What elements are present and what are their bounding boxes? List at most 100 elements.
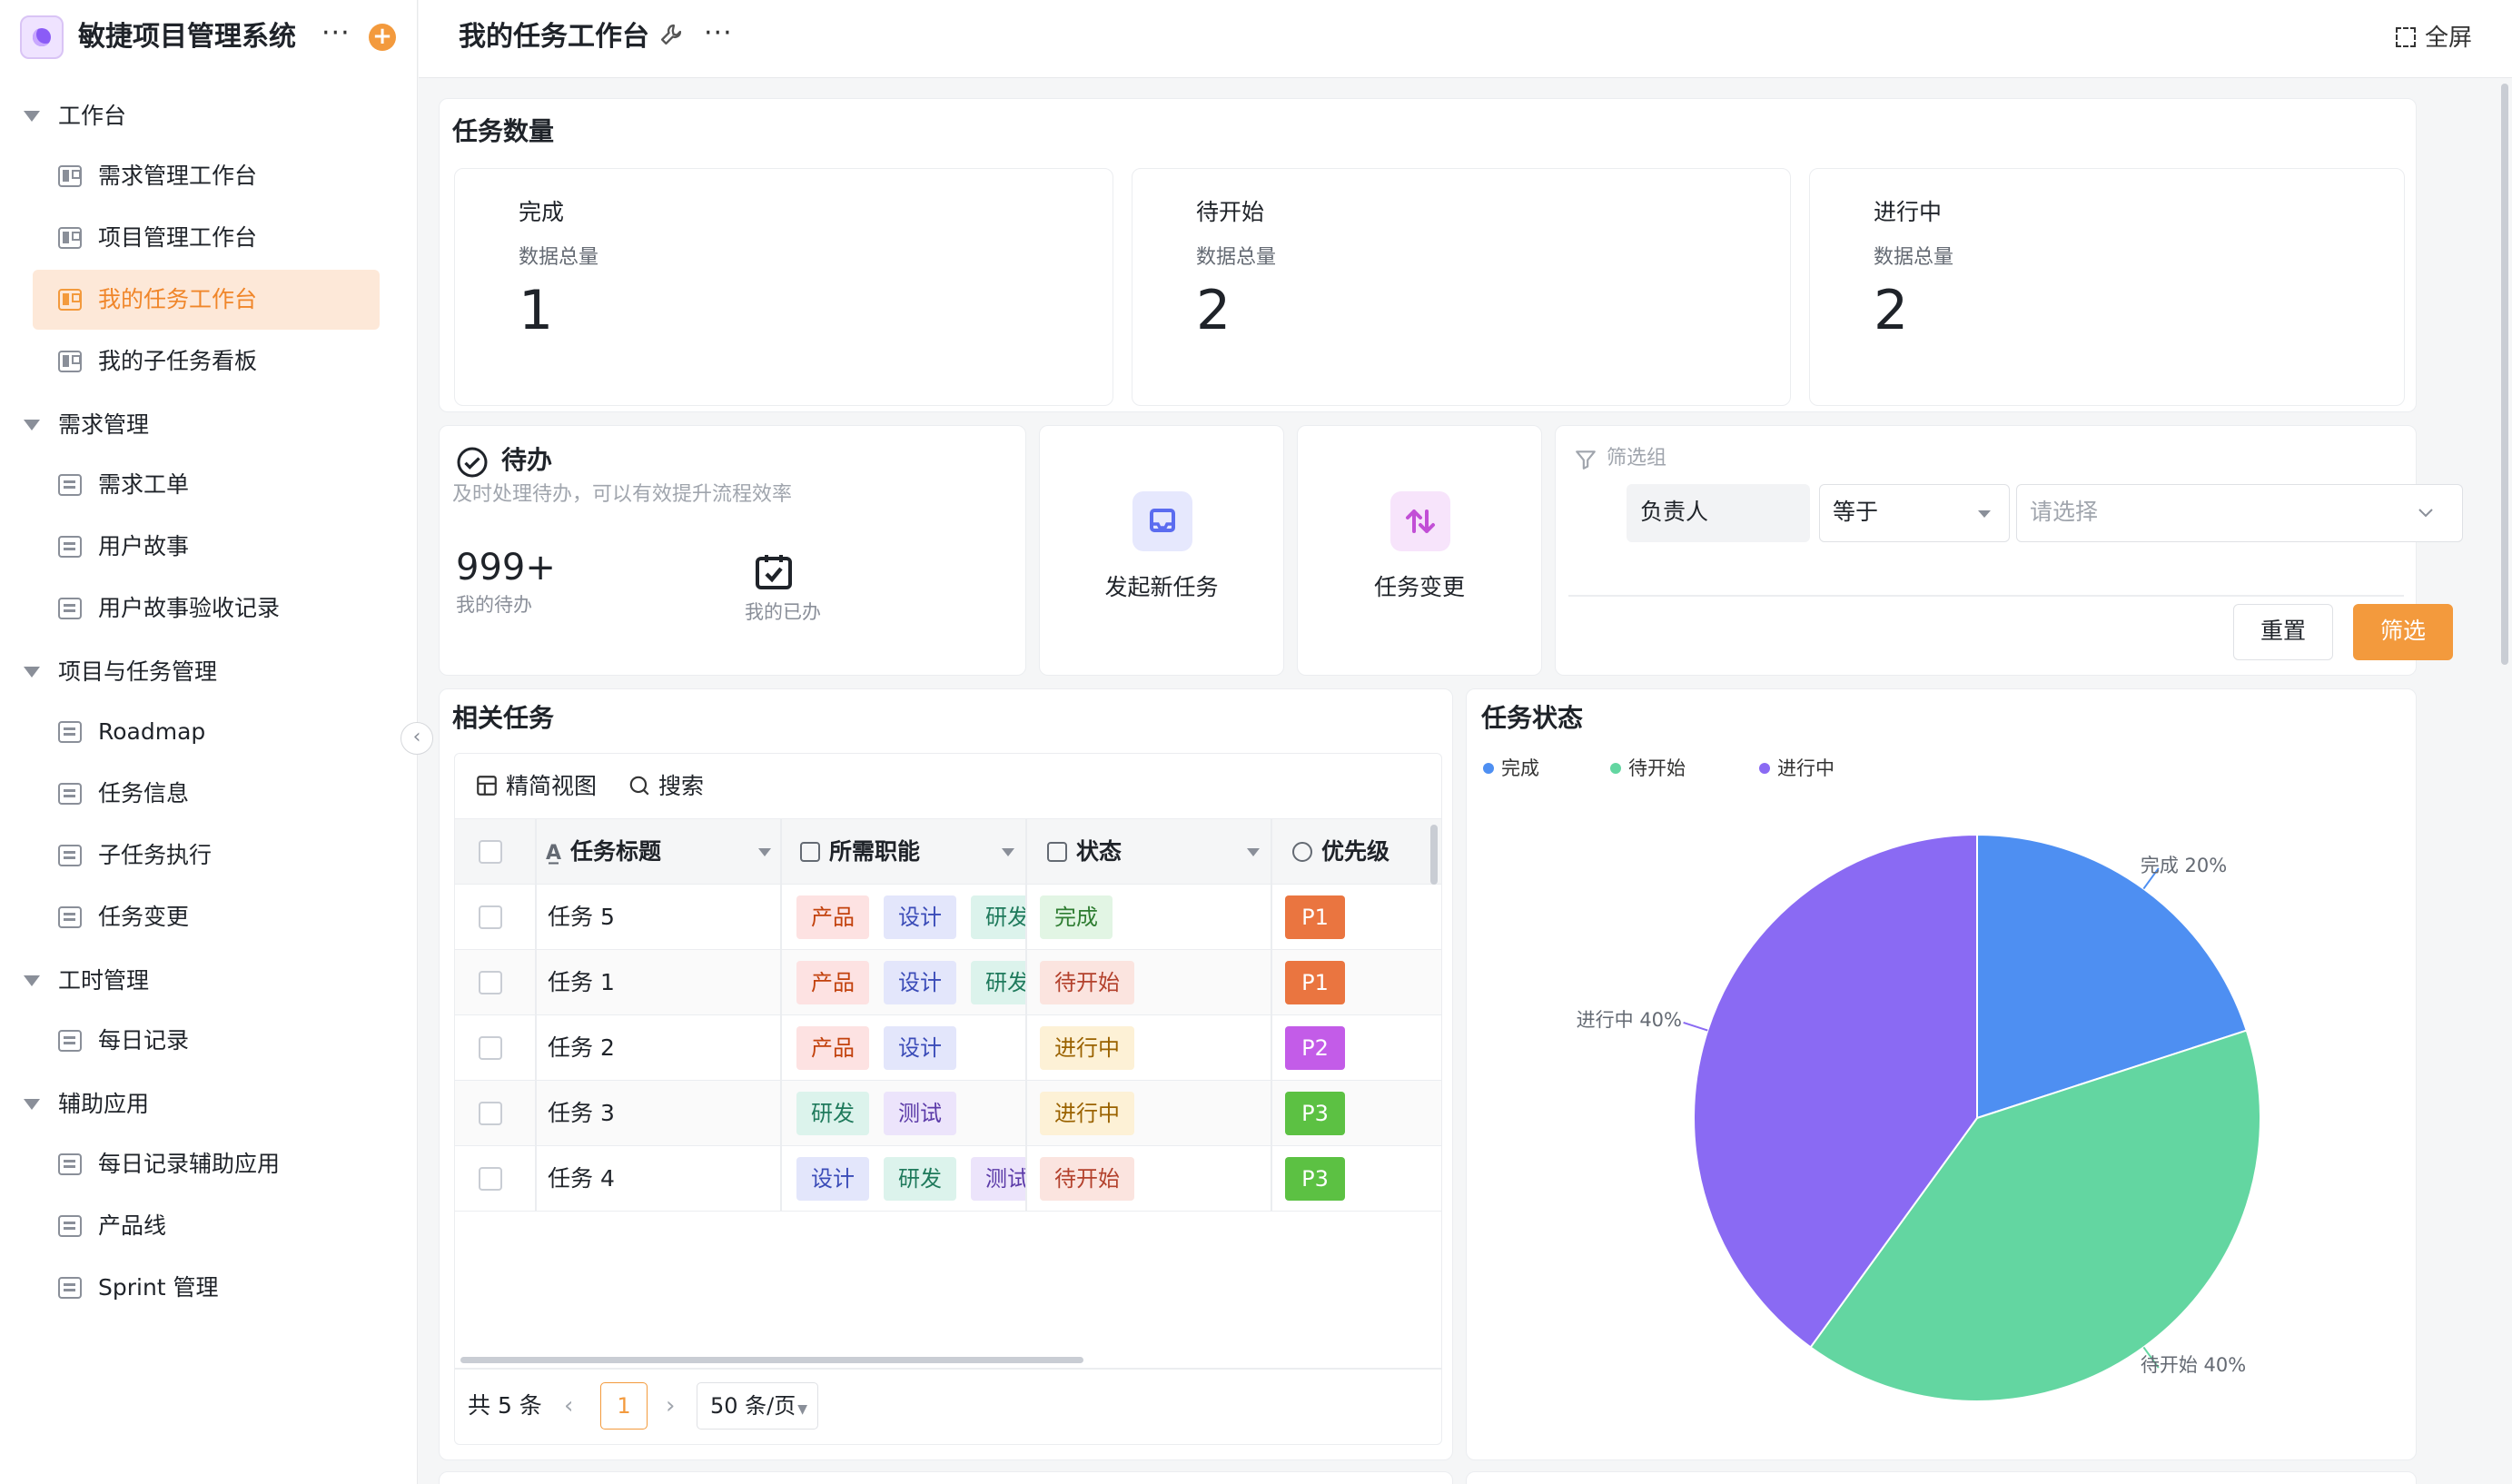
sidebar-group[interactable]: 工时管理 [0, 954, 418, 1008]
column-menu-icon[interactable] [758, 848, 771, 856]
task-change-button[interactable]: 任务变更 [1297, 425, 1542, 676]
stat-sublabel: 数据总量 [1196, 246, 1277, 269]
section-title: 相关任务 [452, 703, 555, 733]
sidebar-item[interactable]: 子任务执行 [33, 826, 380, 885]
page-1-button[interactable]: 1 [600, 1382, 648, 1430]
top-bar: 我的任务工作台 ··· 全屏 [419, 0, 2512, 78]
new-task-button[interactable]: 发起新任务 [1039, 425, 1284, 676]
doc-icon [58, 1030, 82, 1052]
stat-card-in-progress: 进行中 数据总量 2 [1809, 168, 2405, 406]
text-field-icon: A̲ [546, 842, 562, 865]
filter-field-select[interactable]: 负责人 [1627, 484, 1810, 542]
stat-sublabel: 数据总量 [1874, 246, 1954, 269]
filter-operator-select[interactable]: 等于 [1819, 484, 2010, 542]
function-tag: 研发 [971, 895, 1025, 939]
functions-cell: 设计 研发 测试 [782, 1146, 1025, 1212]
table-body: 任务 5 产品 设计 研发 完成 P1 任务 1 产品 设计 研发 待开始 P1 任务 2 产品 设计 进行中… [455, 885, 1441, 1212]
pie-labels: 完成 20% 待开始 40% 进行中 40% [1467, 689, 2418, 1461]
action-label: 任务变更 [1373, 574, 1465, 600]
sidebar-item[interactable]: Roadmap [33, 702, 380, 762]
sidebar-group[interactable]: 辅助应用 [0, 1077, 418, 1132]
search-button[interactable]: 搜索 [628, 770, 704, 803]
column-divider [535, 819, 537, 1212]
sidebar-item[interactable]: 每日记录 [33, 1011, 380, 1071]
more-icon[interactable]: ··· [321, 20, 351, 47]
vertical-scrollbar[interactable] [1430, 825, 1438, 885]
sidebar-group[interactable]: 工作台 [0, 89, 418, 143]
column-header-priority[interactable]: 优先级 [1292, 819, 1390, 885]
add-icon[interactable]: + [369, 24, 396, 51]
column-menu-icon[interactable] [1247, 848, 1260, 856]
table-row[interactable]: 任务 2 产品 设计 进行中 P2 [455, 1015, 1441, 1081]
sidebar: 敏捷项目管理系统 ··· + 工作台 需求管理工作台 项目管理工作台 我的任务工作台我… [0, 0, 418, 1484]
caret-down-icon [24, 1099, 40, 1110]
functions-cell: 产品 设计 研发 [782, 885, 1025, 950]
filter-submit-button[interactable]: 筛选 [2353, 604, 2453, 660]
status-badge: 进行中 [1040, 1092, 1134, 1135]
column-header-functions[interactable]: 所需职能 [800, 819, 920, 885]
sidebar-item[interactable]: 我的任务工作台 [33, 270, 380, 330]
table-row[interactable]: 任务 1 产品 设计 研发 待开始 P1 [455, 950, 1441, 1015]
page-scrollbar[interactable] [2501, 84, 2508, 665]
caret-down-icon [24, 667, 40, 678]
reset-button[interactable]: 重置 [2233, 604, 2333, 660]
board-icon [58, 289, 82, 311]
prev-page-icon[interactable]: ‹ [564, 1380, 573, 1431]
sidebar-item-label: Sprint 管理 [98, 1274, 219, 1301]
sidebar-item[interactable]: 需求工单 [33, 455, 380, 515]
my-pending-button[interactable]: 999+ 我的待办 [456, 544, 556, 618]
todo-subtitle: 及时处理待办，可以有效提升流程效率 [452, 483, 793, 506]
table-row[interactable]: 任务 5 产品 设计 研发 完成 P1 [455, 885, 1441, 950]
functions-cell: 研发 测试 [782, 1081, 1025, 1146]
function-tag: 设计 [884, 1026, 956, 1070]
priority-badge: P2 [1285, 1026, 1345, 1070]
sidebar-group-label: 项目与任务管理 [58, 658, 218, 685]
action-label: 发起新任务 [1104, 574, 1219, 600]
view-toggle-button[interactable]: 精简视图 [475, 770, 597, 803]
function-tag: 产品 [796, 961, 869, 1004]
column-header-title[interactable]: A̲ 任务标题 [546, 819, 661, 885]
sidebar-group[interactable]: 项目与任务管理 [0, 645, 418, 699]
board-icon [58, 227, 82, 249]
row-checkbox[interactable] [479, 905, 502, 929]
sidebar-item[interactable]: 我的子任务看板 [33, 331, 380, 391]
check-circle-icon [456, 446, 489, 482]
sidebar-group-label: 需求管理 [58, 411, 150, 438]
done-label: 我的已办 [745, 601, 821, 623]
wrench-icon[interactable] [658, 22, 684, 54]
sidebar-group[interactable]: 需求管理 [0, 398, 418, 452]
inbox-icon [1132, 491, 1192, 551]
horizontal-scrollbar[interactable] [460, 1357, 1083, 1363]
pagination-total: 共 5 条 [468, 1392, 542, 1419]
fullscreen-button[interactable]: 全屏 [2395, 22, 2472, 54]
doc-icon [58, 906, 82, 928]
sidebar-item[interactable]: 每日记录辅助应用 [33, 1134, 380, 1194]
sidebar-item[interactable]: 用户故事验收记录 [33, 579, 380, 638]
sidebar-item[interactable]: 需求管理工作台 [33, 146, 380, 206]
more-icon[interactable]: ··· [704, 20, 733, 47]
row-checkbox[interactable] [479, 971, 502, 994]
row-checkbox[interactable] [479, 1167, 502, 1191]
sidebar-item[interactable]: 任务信息 [33, 764, 380, 824]
sidebar-item[interactable]: Sprint 管理 [33, 1258, 380, 1318]
row-checkbox[interactable] [479, 1102, 502, 1125]
sidebar-item[interactable]: 任务变更 [33, 887, 380, 947]
function-tag: 测试 [884, 1092, 956, 1135]
row-checkbox[interactable] [479, 1036, 502, 1060]
next-page-icon[interactable]: › [666, 1380, 675, 1431]
select-all-checkbox[interactable] [479, 840, 502, 864]
collapse-sidebar-icon[interactable]: ‹ [401, 722, 433, 755]
status-badge: 完成 [1040, 895, 1113, 939]
caret-down-icon [24, 111, 40, 122]
column-header-status[interactable]: 状态 [1047, 819, 1122, 885]
sidebar-item[interactable]: 项目管理工作台 [33, 208, 380, 268]
filter-field-value: 负责人 [1640, 499, 1709, 525]
page-size-select[interactable]: 50 条/页 ▼ [697, 1382, 818, 1430]
sidebar-item[interactable]: 产品线 [33, 1196, 380, 1256]
table-row[interactable]: 任务 3 研发 测试 进行中 P3 [455, 1081, 1441, 1146]
sidebar-item[interactable]: 用户故事 [33, 517, 380, 577]
chevron-down-icon [2415, 496, 2437, 532]
table-row[interactable]: 任务 4 设计 研发 测试 待开始 P3 [455, 1146, 1441, 1212]
column-menu-icon[interactable] [1002, 848, 1014, 856]
filter-value-select[interactable]: 请选择 [2016, 484, 2463, 542]
